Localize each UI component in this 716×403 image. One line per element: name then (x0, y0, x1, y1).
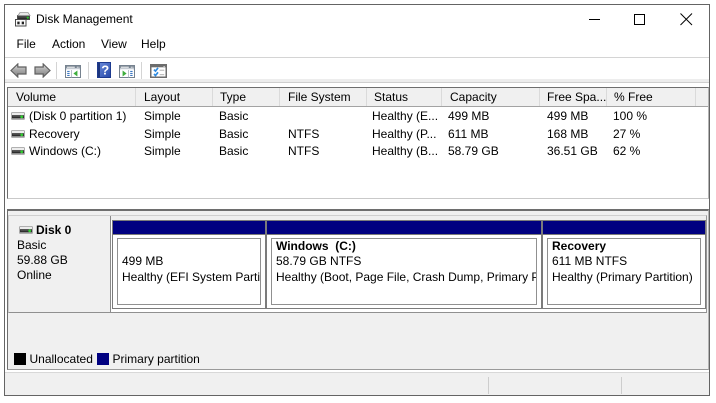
svg-text:?: ? (101, 63, 109, 78)
